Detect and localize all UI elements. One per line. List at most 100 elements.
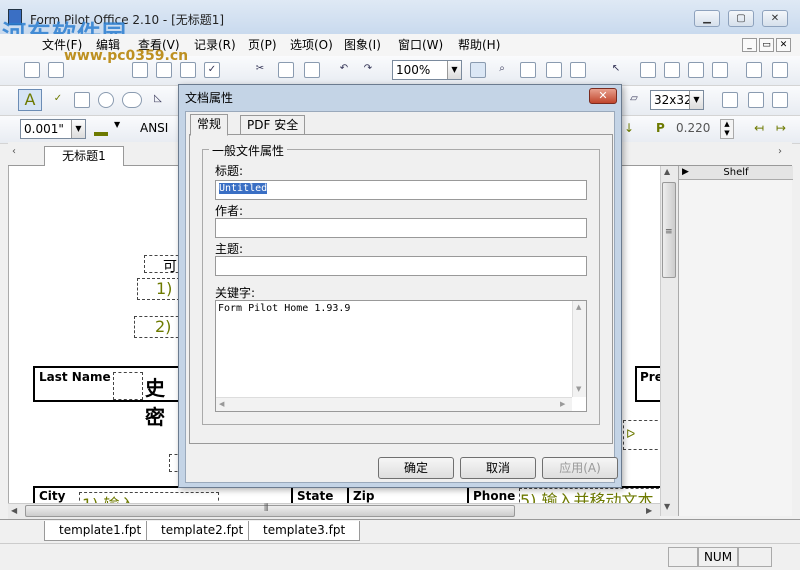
chevron-down-icon[interactable]: ▼ <box>71 120 85 138</box>
author-input[interactable] <box>215 218 587 238</box>
chevron-down-icon[interactable]: ▼ <box>447 61 461 79</box>
group-icon[interactable] <box>570 62 586 78</box>
grid-icon[interactable] <box>520 62 536 78</box>
space-horizontal-icon[interactable] <box>746 62 762 78</box>
scroll-up-icon[interactable]: ▲ <box>664 167 670 176</box>
keywords-label: 关键字: <box>215 286 256 300</box>
field-box[interactable]: ᐅ <box>623 420 663 450</box>
cancel-button[interactable]: 取消 <box>460 457 536 479</box>
scroll-right-icon[interactable]: ▶ <box>646 506 652 515</box>
chevron-down-icon[interactable]: ▼ <box>114 120 120 129</box>
redo-icon[interactable]: ↷ <box>360 62 376 78</box>
minimize-button[interactable]: ▁ <box>694 10 720 27</box>
open-icon[interactable] <box>48 62 64 78</box>
paste-icon[interactable] <box>304 62 320 78</box>
keywords-textarea[interactable]: Form Pilot Home 1.93.9 ▲ ▼ ◀ ▶ <box>215 300 587 412</box>
mdi-restore-button[interactable]: ▭ <box>759 38 774 52</box>
cut-icon[interactable]: ✂ <box>252 62 268 78</box>
menu-help[interactable]: 帮助(H) <box>456 36 502 53</box>
keywords-horizontal-scrollbar[interactable]: ◀ ▶ <box>216 397 572 411</box>
mdi-close-button[interactable]: ✕ <box>776 38 791 52</box>
subject-input[interactable] <box>215 256 587 276</box>
vertical-scroll-thumb[interactable]: ≡ <box>662 182 676 278</box>
undo-icon[interactable]: ↶ <box>336 62 352 78</box>
scroll-down-icon[interactable]: ▼ <box>664 502 670 511</box>
scroll-up-icon[interactable]: ▲ <box>576 303 581 311</box>
title-input[interactable]: Untitled <box>215 180 587 200</box>
cell-label: Zip <box>353 489 375 503</box>
scan-icon[interactable] <box>156 62 172 78</box>
file-properties-group: 一般文件属性 标题: Untitled 作者: 主题: 关键字: Form Pi… <box>202 142 600 425</box>
shelf-header[interactable]: ▶ Shelf <box>679 166 793 180</box>
menu-page[interactable]: 页(P) <box>246 36 279 53</box>
tab-document[interactable]: 无标题1 <box>44 146 124 166</box>
menu-window[interactable]: 窗口(W) <box>396 36 445 53</box>
charset-label: ANSI <box>140 121 169 135</box>
spellcheck-icon[interactable]: ✓ <box>204 62 220 78</box>
grip-icon: ≡ <box>665 227 673 237</box>
check-tool-icon[interactable]: ✓ <box>50 92 66 108</box>
circle-tool-icon[interactable] <box>98 92 114 108</box>
chevron-down-icon[interactable]: ▼ <box>689 91 703 109</box>
copy-icon[interactable] <box>278 62 294 78</box>
chevron-left-icon[interactable]: ‹ <box>12 146 16 157</box>
crop-icon[interactable] <box>772 92 788 108</box>
dialog-close-button[interactable]: ✕ <box>589 88 617 104</box>
scroll-left-icon[interactable]: ◀ <box>219 400 224 408</box>
field-box[interactable] <box>113 372 143 400</box>
ok-button[interactable]: 确定 <box>378 457 454 479</box>
align-top-icon[interactable] <box>688 62 704 78</box>
fit-page-icon[interactable] <box>470 62 486 78</box>
email-icon[interactable] <box>180 62 196 78</box>
tab-page-general: 一般文件属性 标题: Untitled 作者: 主题: 关键字: Form Pi… <box>189 134 613 444</box>
horizontal-scroll-thumb[interactable]: ⦀ <box>25 503 515 517</box>
rectangle-tool-icon[interactable] <box>74 92 90 108</box>
eraser-icon[interactable]: ▱ <box>626 92 642 108</box>
menu-image[interactable]: 图象(I) <box>342 36 383 53</box>
insert-page-icon[interactable] <box>722 92 738 108</box>
tab-pdf-security[interactable]: PDF 安全 <box>240 115 306 135</box>
align-bottom-icon[interactable] <box>712 62 728 78</box>
keywords-vertical-scrollbar[interactable]: ▲ ▼ <box>572 301 586 397</box>
tab-general[interactable]: 常规 <box>190 114 229 136</box>
tab-template3[interactable]: template3.fpt <box>248 521 361 541</box>
position-stepper[interactable]: ▲ ▼ <box>720 119 734 139</box>
subject-label: 主题: <box>215 242 244 256</box>
expand-icon[interactable]: ▶ <box>682 166 689 179</box>
new-icon[interactable] <box>24 62 40 78</box>
select-all-icon[interactable] <box>546 62 562 78</box>
menu-options[interactable]: 选项(O) <box>288 36 335 53</box>
menu-record[interactable]: 记录(R) <box>192 36 238 53</box>
print-icon[interactable] <box>132 62 148 78</box>
field-box[interactable]: 2) <box>134 316 184 338</box>
line-width-select[interactable]: 0.001" ▼ <box>20 119 86 139</box>
icon-size-select[interactable]: 32x32 ▼ <box>650 90 704 110</box>
tab-template1[interactable]: template1.fpt <box>44 521 157 541</box>
dialog-body: 常规 PDF 安全 一般文件属性 标题: Untitled 作者: 主题: 关键… <box>185 111 618 483</box>
maximize-button[interactable]: ▢ <box>728 10 754 27</box>
arrow-down-icon[interactable]: ↓ <box>624 121 634 135</box>
form-label: 1) <box>156 279 173 298</box>
move-left-icon[interactable]: ↤ <box>754 121 764 135</box>
align-center-icon[interactable] <box>664 62 680 78</box>
align-left-icon[interactable] <box>640 62 656 78</box>
magnify-icon[interactable]: ⌕ <box>494 62 510 78</box>
polygon-tool-icon[interactable]: ◺ <box>150 92 166 108</box>
scroll-left-icon[interactable]: ◀ <box>11 506 17 515</box>
zoom-select[interactable]: 100% ▼ <box>392 60 462 80</box>
tab-template2[interactable]: template2.fpt <box>146 521 259 541</box>
apply-button[interactable]: 应用(A) <box>542 457 618 479</box>
form-label: 可 <box>163 259 177 275</box>
line-color-icon[interactable] <box>94 132 108 136</box>
chevron-right-icon[interactable]: › <box>778 146 782 157</box>
ellipse-tool-icon[interactable] <box>122 92 142 108</box>
mdi-minimize-button[interactable]: _ <box>742 38 757 52</box>
move-right-icon[interactable]: ↦ <box>776 121 786 135</box>
text-tool-icon[interactable]: A <box>18 89 42 111</box>
pointer-icon[interactable]: ↖ <box>608 62 624 78</box>
scroll-down-icon[interactable]: ▼ <box>576 385 581 393</box>
space-vertical-icon[interactable] <box>772 62 788 78</box>
close-window-button[interactable]: ✕ <box>762 10 788 27</box>
scroll-right-icon[interactable]: ▶ <box>560 400 565 408</box>
rotate-icon[interactable] <box>748 92 764 108</box>
